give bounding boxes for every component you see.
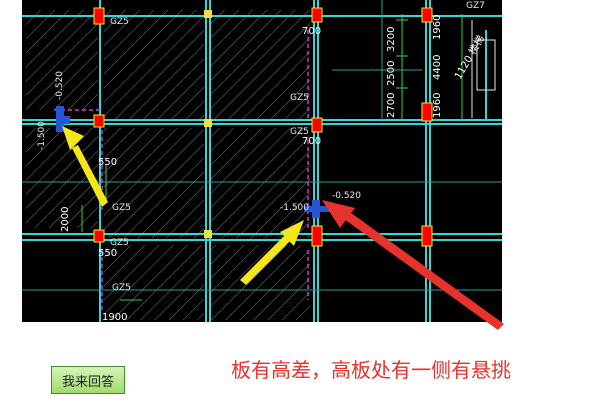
slab-hatch (210, 245, 310, 320)
elevation-label: -0.520 (55, 71, 65, 100)
dimension-label: 1900 (102, 312, 127, 322)
dimension-label: 2700 (386, 93, 397, 118)
dimension-label: 550 (98, 157, 117, 168)
dimension-label: 700 (302, 26, 321, 37)
stair (471, 20, 496, 118)
cad-drawing: GZ5 GZ5 GZ5 GZ5 GZ5 GZ5 GZ7 700 700 550 … (22, 0, 502, 322)
slab-hatch (210, 128, 310, 238)
stair-label: 1120 楼梯 (451, 33, 487, 82)
column-label: GZ5 (290, 93, 309, 103)
annotation-text: 板有高差，高板处有一侧有悬挑 (231, 358, 511, 382)
dimension-label: 2500 (386, 61, 397, 86)
column-label: GZ5 (110, 238, 129, 248)
dimension-label: 1960 (432, 93, 443, 118)
dimension-label: 4400 (432, 55, 443, 80)
column-label: GZ5 (112, 203, 131, 213)
answer-button[interactable]: 我来回答 (51, 366, 125, 394)
dimension-label: 700 (302, 136, 321, 147)
elevation-label: -0.520 (332, 191, 361, 201)
dimension-label: 3200 (386, 27, 397, 52)
dimension-label: 1960 (432, 15, 443, 40)
slab-hatch (210, 10, 310, 120)
cad-canvas: GZ5 GZ5 GZ5 GZ5 GZ5 GZ5 GZ7 700 700 550 … (22, 0, 502, 322)
slab-hatch (104, 128, 204, 238)
column-label: GZ5 (110, 17, 129, 27)
top-label: GZ7 (466, 1, 485, 11)
dimension-label: 550 (98, 248, 117, 259)
elevation-label: -1.500 (37, 121, 47, 150)
elevation-label: -1.500 (280, 203, 309, 213)
column-label: GZ5 (112, 283, 131, 293)
dimension-label: 2000 (60, 207, 71, 232)
